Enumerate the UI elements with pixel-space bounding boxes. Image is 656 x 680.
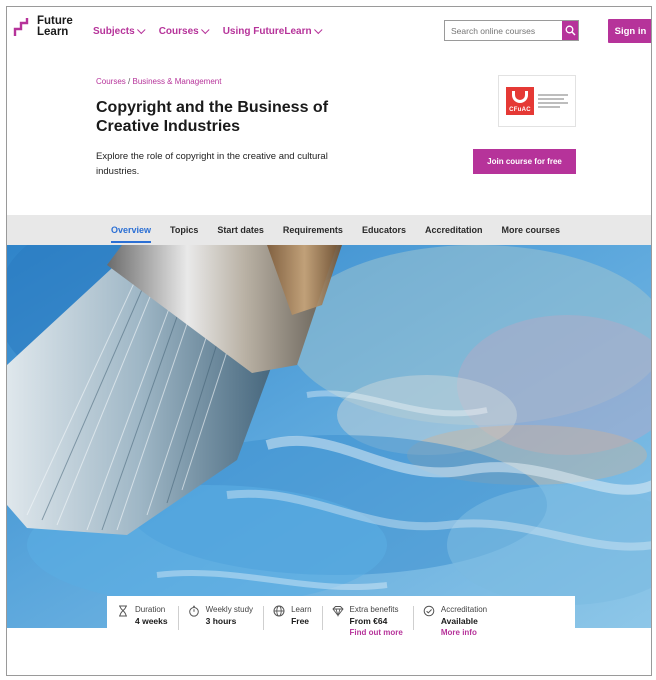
chevron-down-icon bbox=[200, 25, 210, 34]
tab-educators[interactable]: Educators bbox=[362, 215, 406, 245]
info-weekly-study-value: 3 hours bbox=[205, 616, 237, 626]
more-info-link[interactable]: More info bbox=[441, 627, 487, 639]
nav-subjects[interactable]: Subjects bbox=[93, 25, 146, 37]
info-extra-benefits-label: Extra benefits bbox=[349, 605, 399, 614]
signin-button[interactable]: Sign in bbox=[608, 19, 651, 43]
nav-courses-label: Courses bbox=[158, 26, 199, 37]
join-course-button[interactable]: Join course for free bbox=[473, 149, 576, 174]
nav-using-futurelearn-label: Using FutureLearn bbox=[222, 26, 312, 37]
partner-logo-lines bbox=[538, 94, 568, 108]
search-button[interactable] bbox=[562, 21, 578, 40]
info-learn: Learn Free bbox=[263, 604, 321, 630]
course-hero-image bbox=[7, 245, 651, 628]
info-learn-label: Learn bbox=[291, 605, 312, 614]
search-box bbox=[444, 20, 579, 41]
paintbrush-painting-image bbox=[7, 245, 651, 628]
search-icon bbox=[565, 25, 575, 36]
partner-logo[interactable]: CFuAC bbox=[498, 75, 576, 127]
futurelearn-logo[interactable]: Future Learn bbox=[13, 15, 73, 38]
tab-accreditation[interactable]: Accreditation bbox=[425, 215, 483, 245]
page-frame: Future Learn Subjects Courses Using Futu… bbox=[6, 6, 652, 676]
partner-logo-mark: CFuAC bbox=[506, 87, 534, 115]
info-duration: Duration 4 weeks bbox=[107, 604, 178, 627]
tab-overview[interactable]: Overview bbox=[111, 215, 152, 245]
partner-logo-text: CFuAC bbox=[509, 107, 531, 113]
futurelearn-logo-icon bbox=[13, 18, 29, 36]
info-duration-label: Duration bbox=[135, 605, 166, 614]
breadcrumb-courses[interactable]: Courses bbox=[96, 77, 126, 86]
course-title: Copyright and the Business of Creative I… bbox=[96, 99, 329, 135]
find-out-more-link[interactable]: Find out more bbox=[350, 627, 403, 639]
info-weekly-study: Weekly study 3 hours bbox=[177, 604, 263, 630]
info-accreditation: Accreditation Available More info bbox=[412, 604, 497, 639]
tab-requirements[interactable]: Requirements bbox=[283, 215, 343, 245]
chevron-down-icon bbox=[313, 25, 323, 34]
nav-using-futurelearn[interactable]: Using FutureLearn bbox=[222, 25, 323, 37]
course-info-strip: Duration 4 weeks Weekly study 3 hours Le… bbox=[107, 596, 575, 646]
info-accreditation-label: Accreditation bbox=[440, 605, 488, 614]
tab-more-courses[interactable]: More courses bbox=[501, 215, 560, 245]
info-weekly-study-label: Weekly study bbox=[205, 605, 254, 614]
info-accreditation-value: Available bbox=[440, 616, 478, 626]
breadcrumb: Courses / Business & Management bbox=[96, 77, 221, 86]
info-duration-value: 4 weeks bbox=[135, 616, 168, 626]
hourglass-icon bbox=[119, 605, 127, 617]
breadcrumb-category[interactable]: Business & Management bbox=[133, 77, 222, 86]
tab-start-dates[interactable]: Start dates bbox=[217, 215, 264, 245]
logo-line-2: Learn bbox=[37, 26, 69, 38]
stopwatch-icon bbox=[188, 605, 199, 617]
nav-courses[interactable]: Courses bbox=[158, 25, 210, 37]
tab-topics[interactable]: Topics bbox=[170, 215, 198, 245]
info-extra-benefits-value: From €64 bbox=[349, 616, 388, 626]
top-bar: Future Learn Subjects Courses Using Futu… bbox=[7, 7, 651, 59]
main-nav: Subjects Courses Using FutureLearn bbox=[93, 25, 323, 37]
info-learn-value: Free bbox=[291, 616, 310, 626]
nav-subjects-label: Subjects bbox=[93, 26, 135, 37]
chevron-down-icon bbox=[136, 25, 146, 34]
course-tab-bar: Overview Topics Start dates Requirements… bbox=[7, 215, 651, 245]
globe-icon bbox=[273, 605, 285, 617]
badge-check-icon bbox=[423, 605, 435, 617]
course-description: Explore the role of copyright in the cre… bbox=[96, 151, 328, 177]
diamond-icon bbox=[331, 606, 344, 617]
search-input[interactable] bbox=[445, 21, 562, 40]
info-extra-benefits: Extra benefits From €64 Find out more bbox=[321, 604, 413, 639]
breadcrumb-separator: / bbox=[128, 77, 131, 86]
